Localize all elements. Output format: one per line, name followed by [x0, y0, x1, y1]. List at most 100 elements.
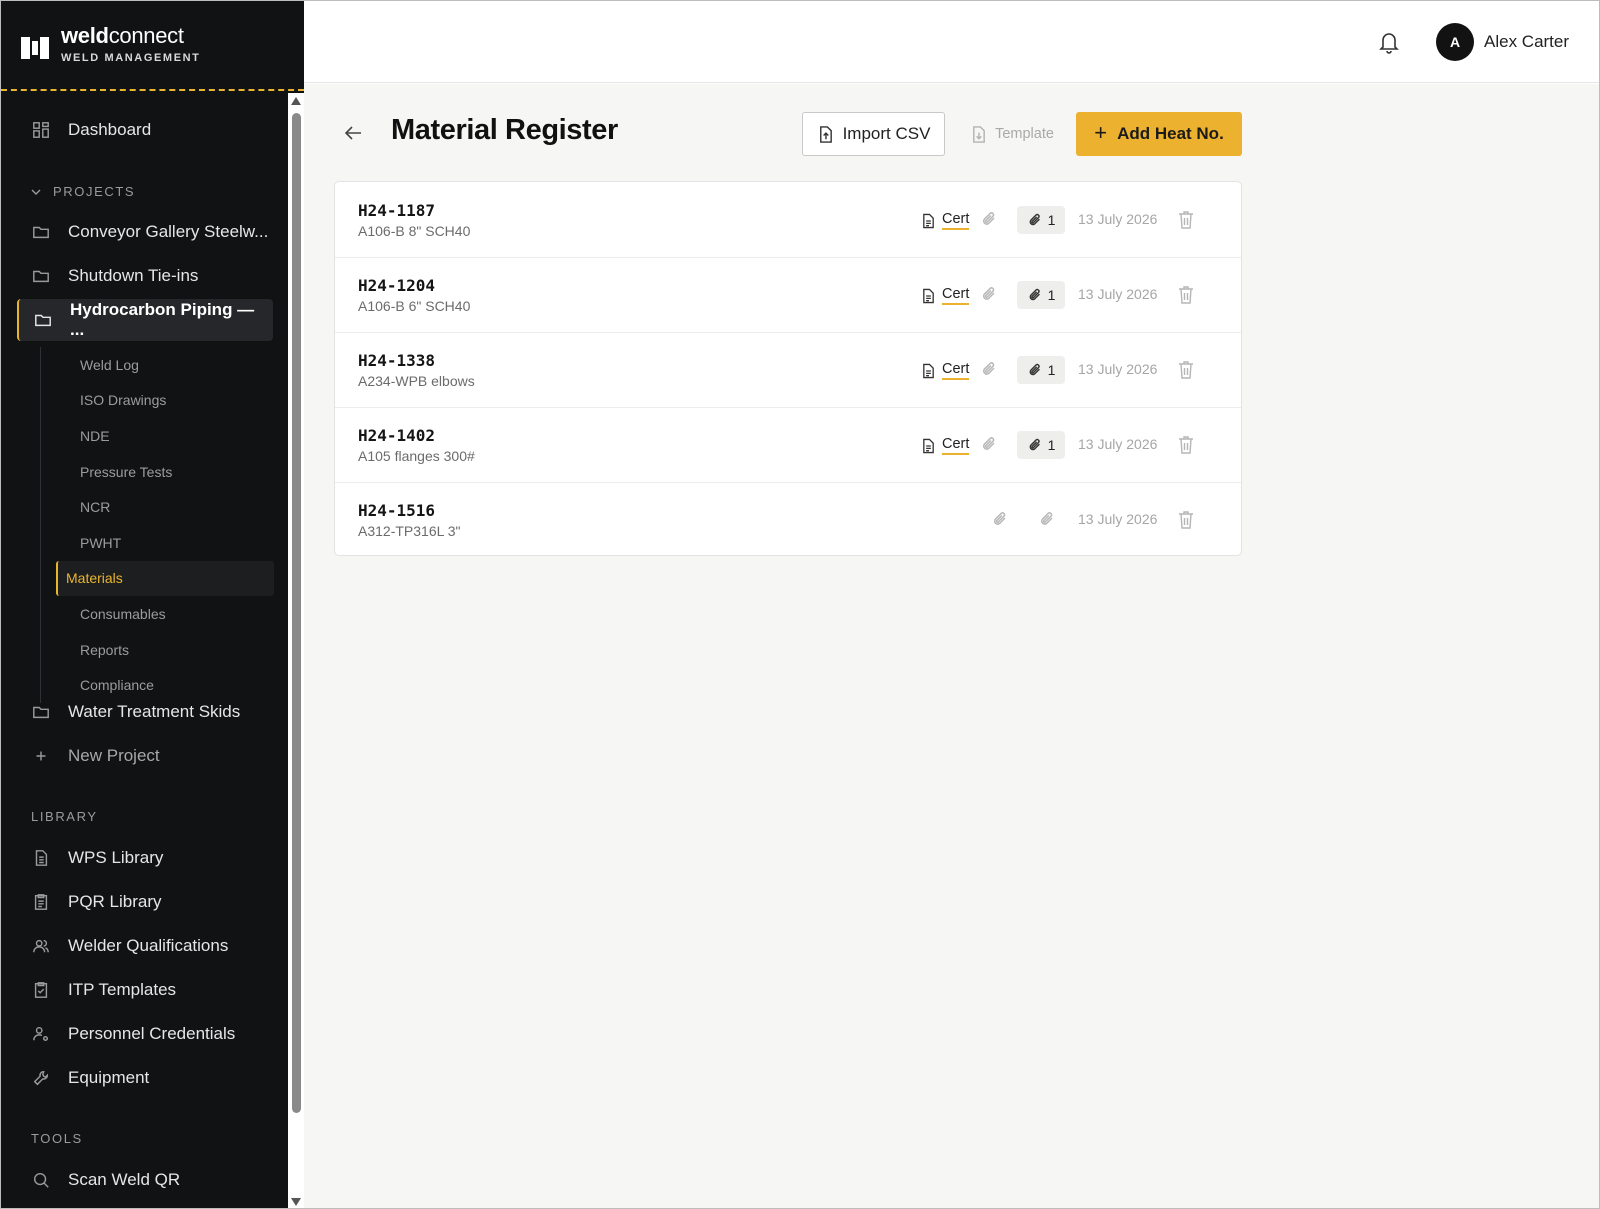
file-download-icon: [973, 125, 985, 143]
sidebar-project-hydrocarbon[interactable]: Hydrocarbon Piping — ...: [17, 299, 273, 341]
sidebar-item-scan-weld-qr[interactable]: Scan Weld QR: [17, 1159, 273, 1201]
cert-link[interactable]: Cert: [921, 436, 970, 455]
trash-icon[interactable]: [1177, 210, 1195, 229]
list-item[interactable]: H24-1204 A106-B 6" SCH40 Cert 1 13 July …: [335, 257, 1241, 333]
wrench-icon: [31, 1068, 51, 1088]
subnav-consumables[interactable]: Consumables: [56, 596, 274, 632]
project-sub-nav: Weld Log ISO Drawings NDE Pressure Tests…: [40, 347, 274, 703]
material-description: A106-B 8" SCH40: [358, 223, 471, 239]
scrollbar-thumb[interactable]: [292, 113, 301, 1113]
sidebar-item-label: Equipment: [68, 1068, 150, 1087]
folder-icon: [31, 266, 51, 286]
attach-icon[interactable]: [980, 210, 998, 228]
attachment-count-badge[interactable]: 1: [1017, 431, 1065, 459]
sidebar-item-itp-templates[interactable]: ITP Templates: [17, 969, 273, 1011]
sidebar-item-wps-library[interactable]: WPS Library: [17, 837, 273, 879]
app-window: weldconnect WELD MANAGEMENT Dashboard PR…: [0, 0, 1600, 1209]
attach-icon[interactable]: [980, 435, 998, 453]
avatar[interactable]: A: [1436, 23, 1474, 61]
bell-icon[interactable]: [1377, 29, 1401, 55]
trash-icon[interactable]: [1177, 360, 1195, 379]
sidebar-item-label: Scan Weld QR: [68, 1170, 181, 1189]
attach-icon[interactable]: [1038, 510, 1056, 528]
document-icon: [923, 363, 934, 378]
material-description: A105 flanges 300#: [358, 448, 475, 464]
subnav-ncr[interactable]: NCR: [56, 489, 274, 525]
sidebar: weldconnect WELD MANAGEMENT Dashboard PR…: [1, 1, 304, 1208]
sidebar-item-dashboard[interactable]: Dashboard: [17, 109, 273, 151]
template-button[interactable]: Template: [964, 112, 1060, 156]
brand[interactable]: weldconnect WELD MANAGEMENT: [1, 1, 304, 91]
list-item[interactable]: H24-1516 A312-TP316L 3" 13 July 2026: [335, 482, 1241, 555]
trash-icon[interactable]: [1177, 510, 1195, 529]
projects-section-label: PROJECTS: [53, 184, 136, 199]
material-description: A312-TP316L 3": [358, 523, 461, 539]
document-icon: [31, 848, 51, 868]
projects-section-toggle[interactable]: PROJECTS: [31, 184, 135, 199]
import-csv-label: Import CSV: [842, 124, 931, 143]
library-section-label: LIBRARY: [31, 809, 98, 824]
trash-icon[interactable]: [1177, 435, 1195, 454]
heat-number: H24-1187: [358, 201, 436, 220]
heat-number: H24-1516: [358, 501, 436, 520]
sidebar-project-water-treatment[interactable]: Water Treatment Skids: [17, 691, 273, 733]
subnav-nde[interactable]: NDE: [56, 418, 274, 454]
sidebar-project-shutdown[interactable]: Shutdown Tie-ins: [17, 255, 273, 297]
page-title: Material Register: [391, 114, 618, 146]
sidebar-item-pqr-library[interactable]: PQR Library: [17, 881, 273, 923]
folder-icon: [31, 702, 51, 722]
sidebar-scrollbar[interactable]: [288, 93, 304, 1208]
scroll-down-arrow-icon[interactable]: [291, 1198, 301, 1206]
clipboard-list-icon: [31, 892, 51, 912]
subnav-weld-log[interactable]: Weld Log: [56, 347, 274, 383]
project-label: Water Treatment Skids: [68, 702, 241, 721]
row-date: 13 July 2026: [1078, 286, 1158, 302]
subnav-reports[interactable]: Reports: [56, 632, 274, 668]
subnav-iso-drawings[interactable]: ISO Drawings: [56, 383, 274, 419]
add-heat-number-button[interactable]: + Add Heat No.: [1076, 112, 1242, 156]
heat-number: H24-1204: [358, 276, 436, 295]
attach-icon[interactable]: [980, 285, 998, 303]
sidebar-item-equipment[interactable]: Equipment: [17, 1057, 273, 1099]
attachment-count: 1: [1047, 437, 1056, 453]
back-arrow-icon[interactable]: [342, 122, 364, 144]
subnav-pwht[interactable]: PWHT: [56, 525, 274, 561]
project-label: Hydrocarbon Piping — ...: [70, 300, 255, 339]
document-icon: [923, 213, 934, 228]
attachment-count-badge[interactable]: 1: [1017, 206, 1065, 234]
cert-link[interactable]: Cert: [921, 361, 970, 380]
project-label: Conveyor Gallery Steelw...: [68, 222, 269, 241]
search-icon: [31, 1170, 51, 1190]
list-item[interactable]: H24-1187 A106-B 8" SCH40 Cert 1 13 July …: [335, 182, 1241, 258]
weldconnect-logo-icon: [21, 37, 49, 59]
attach-icon[interactable]: [980, 360, 998, 378]
subnav-pressure-tests[interactable]: Pressure Tests: [56, 454, 274, 490]
attachment-count-badge[interactable]: 1: [1017, 356, 1065, 384]
list-item[interactable]: H24-1402 A105 flanges 300# Cert 1 13 Jul…: [335, 407, 1241, 483]
user-name[interactable]: Alex Carter: [1484, 32, 1569, 52]
sidebar-item-label: ITP Templates: [68, 980, 177, 999]
attachment-count-badge[interactable]: 1: [1017, 281, 1065, 309]
paperclip-icon: [1029, 288, 1040, 301]
sidebar-item-personnel-credentials[interactable]: Personnel Credentials: [17, 1013, 273, 1055]
import-csv-button[interactable]: Import CSV: [802, 112, 945, 156]
trash-icon[interactable]: [1177, 285, 1195, 304]
paperclip-icon: [1029, 438, 1040, 451]
material-description: A234-WPB elbows: [358, 373, 475, 389]
user-cog-icon: [31, 1024, 51, 1044]
scroll-up-arrow-icon[interactable]: [291, 97, 301, 105]
dashboard-icon: [31, 120, 51, 140]
sidebar-project-conveyor[interactable]: Conveyor Gallery Steelw...: [17, 211, 273, 253]
document-icon: [923, 438, 934, 453]
chevron-down-icon: [31, 189, 41, 195]
attach-cert-icon[interactable]: [991, 510, 1009, 528]
list-item[interactable]: H24-1338 A234-WPB elbows Cert 1 13 July …: [335, 332, 1241, 408]
subnav-materials[interactable]: Materials: [56, 560, 274, 597]
cert-link[interactable]: Cert: [921, 286, 970, 305]
sidebar-item-welder-qualifications[interactable]: Welder Qualifications: [17, 925, 273, 967]
material-list: H24-1187 A106-B 8" SCH40 Cert 1 13 July …: [334, 181, 1242, 556]
new-project-button[interactable]: New Project: [17, 735, 273, 777]
project-label: Shutdown Tie-ins: [68, 266, 199, 285]
brand-subtitle: WELD MANAGEMENT: [61, 52, 201, 64]
cert-link[interactable]: Cert: [921, 211, 970, 230]
